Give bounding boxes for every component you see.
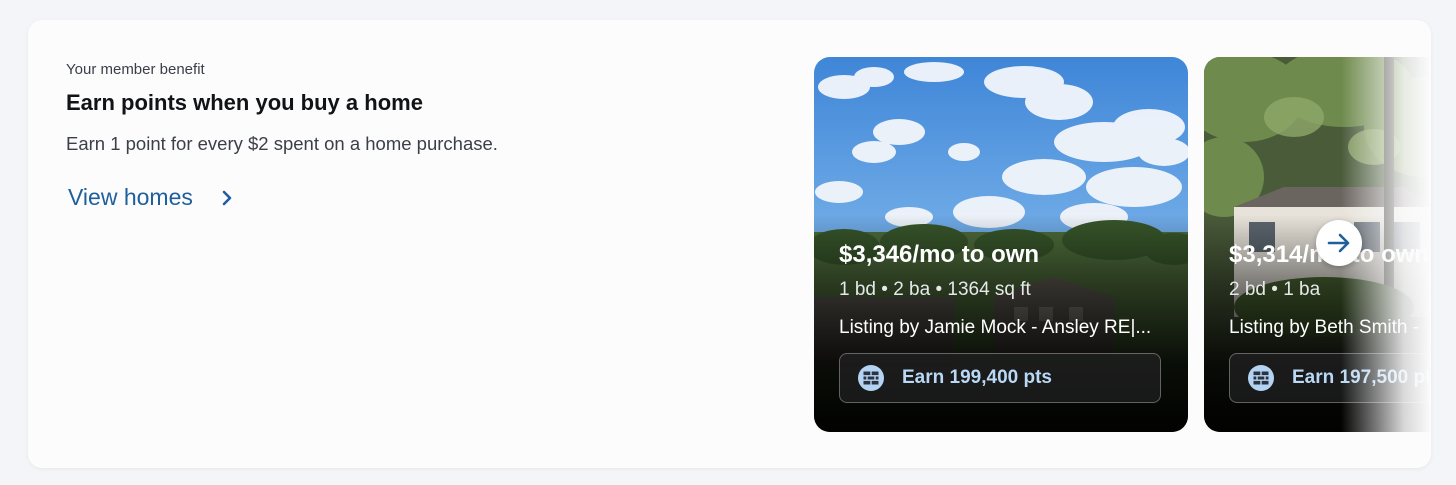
brick-wall-icon [858, 365, 884, 391]
benefit-eyebrow: Your member benefit [66, 61, 205, 78]
member-benefit-card: Your member benefit Earn points when you… [28, 20, 1431, 468]
listing-agent: Listing by Beth Smith - [1229, 317, 1420, 338]
view-homes-label: View homes [68, 184, 193, 210]
listing-price: $3,346/mo to own [839, 241, 1040, 268]
listing-card[interactable]: $3,346/mo to own 1 bd • 2 ba • 1364 sq f… [814, 57, 1188, 432]
listing-specs: 1 bd • 2 ba • 1364 sq ft [839, 279, 1031, 300]
earn-points-button[interactable]: Earn 199,400 pts [839, 353, 1161, 403]
arrow-right-icon [1327, 233, 1351, 253]
carousel-next-button[interactable] [1316, 220, 1362, 266]
earn-points-label: Earn 199,400 pts [902, 367, 1052, 388]
brick-wall-icon [1248, 365, 1274, 391]
listing-specs: 2 bd • 1 ba [1229, 279, 1321, 300]
listing-agent: Listing by Jamie Mock - Ansley RE|... [839, 317, 1152, 338]
earn-points-button[interactable]: Earn 197,500 pts [1229, 353, 1431, 403]
earn-points-label: Earn 197,500 pts [1292, 367, 1431, 388]
view-homes-link[interactable]: View homes [68, 184, 233, 211]
chevron-right-icon [221, 189, 233, 207]
benefit-description: Earn 1 point for every $2 spent on a hom… [66, 133, 498, 154]
benefit-title: Earn points when you buy a home [66, 90, 423, 115]
